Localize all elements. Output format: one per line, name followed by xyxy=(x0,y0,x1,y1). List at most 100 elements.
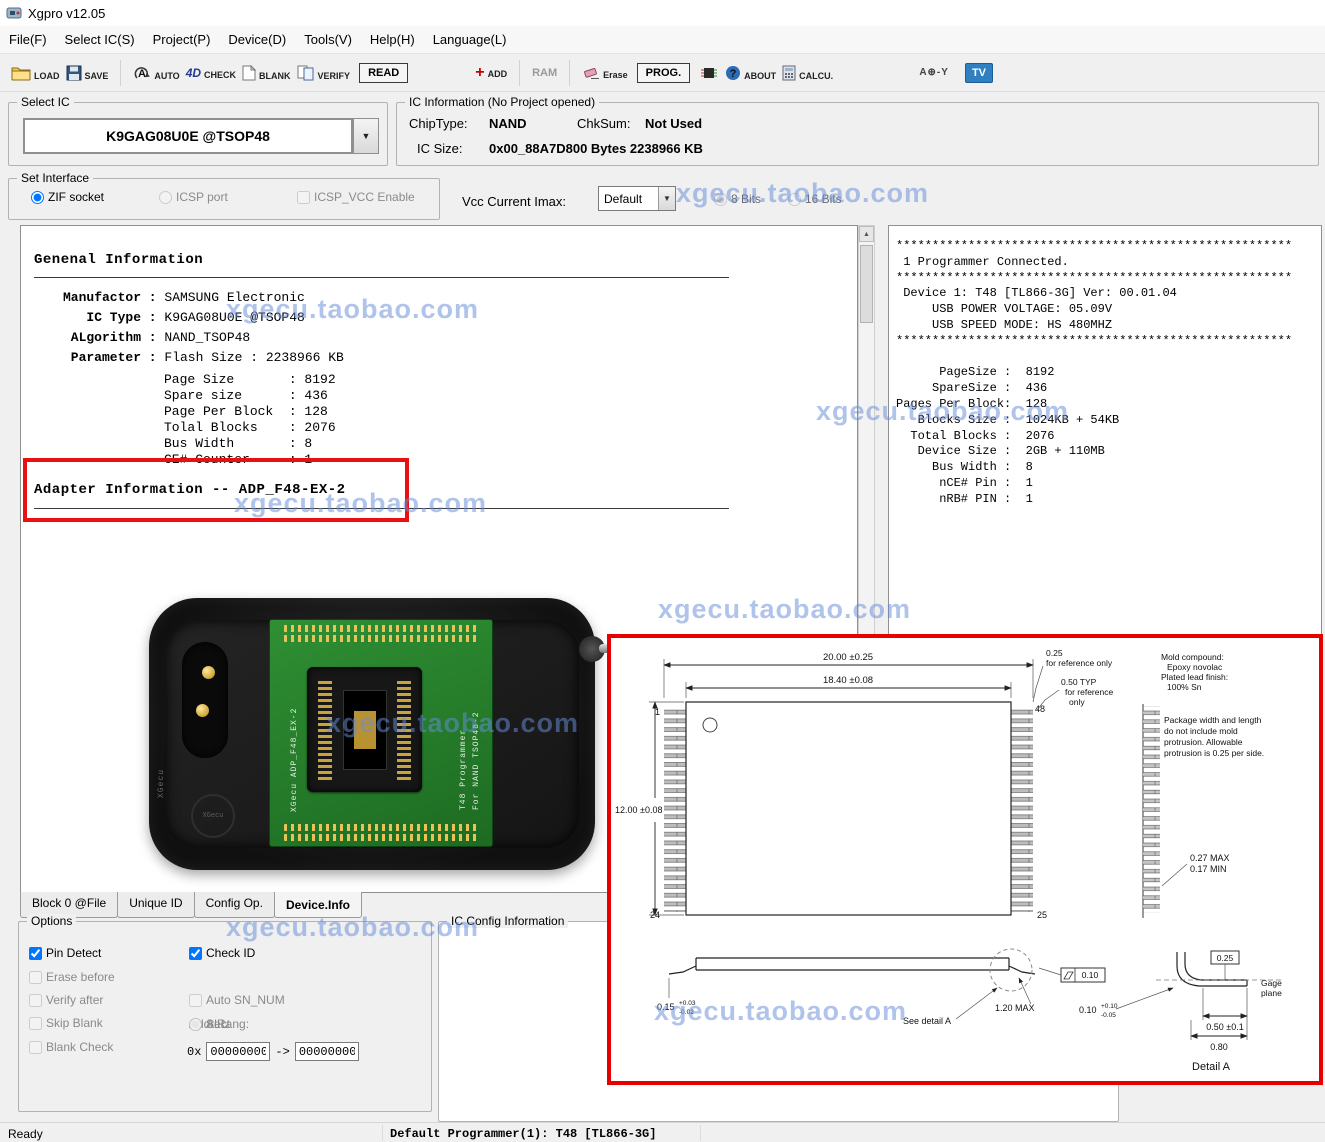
set-interface-group: Set Interface ZIF socket ICSP port ICSP_… xyxy=(8,178,440,220)
blank-page-icon xyxy=(242,65,256,81)
bits-16-radio-input[interactable] xyxy=(788,193,801,206)
plus-icon: + xyxy=(475,67,484,79)
scroll-up-button[interactable]: ▲ xyxy=(859,226,874,242)
pcb-label-right-1: T48 Programmer xyxy=(459,660,468,810)
vcc-current-value: Default xyxy=(599,192,658,206)
dim-total-width: 20.00 ±0.25 xyxy=(823,652,873,663)
menu-device[interactable]: Device(D) xyxy=(219,27,295,52)
zif-slot xyxy=(343,690,387,770)
tsop48-package-drawing: 20.00 ±0.25 18.40 ±0.08 12.00 ±0.08 1 24… xyxy=(611,638,1319,1081)
ic-test-button[interactable] xyxy=(699,65,719,81)
addr-input-row: 0x -> xyxy=(187,1042,359,1061)
toolbar: LOAD SAVE A AUTO 4D CHECK BLANK VERIFY R… xyxy=(0,54,1325,92)
auto-sn-checkbox[interactable]: Auto SN_NUM xyxy=(189,993,285,1007)
blank-label: BLANK xyxy=(259,71,291,81)
status-ready: Ready xyxy=(8,1127,43,1141)
erase-before-input[interactable] xyxy=(29,971,42,984)
menu-help[interactable]: Help(H) xyxy=(361,27,424,52)
skip-blank-checkbox[interactable]: Skip Blank xyxy=(29,1016,103,1030)
ic-select-dropdown-button[interactable]: ▼ xyxy=(353,118,379,154)
chiptype-label: ChipType: xyxy=(409,116,468,131)
mold-note-3: Plated lead finish: xyxy=(1161,672,1228,682)
lead-detail-pins xyxy=(1143,706,1160,913)
manufactor-label: Manufactor xyxy=(34,290,141,305)
auto-sn-input[interactable] xyxy=(189,994,202,1007)
menu-project[interactable]: Project(P) xyxy=(144,27,220,52)
bend-plus: +0.10 xyxy=(1101,1003,1118,1010)
folder-icon xyxy=(11,65,31,81)
icsp-vcc-checkbox-input[interactable] xyxy=(297,191,310,204)
skip-blank-input[interactable] xyxy=(29,1017,42,1030)
see-detail-label: See detail A xyxy=(903,1016,951,1026)
add-button[interactable]: + ADD xyxy=(475,67,507,79)
icsp-port-radio-input[interactable] xyxy=(159,191,172,204)
menu-select-ic[interactable]: Select IC(S) xyxy=(56,27,144,52)
verify-after-input[interactable] xyxy=(29,994,42,1007)
erase-before-checkbox[interactable]: Erase before xyxy=(29,970,115,984)
foot-length: 0.50 ±0.1 xyxy=(1206,1022,1243,1032)
tab-unique-id[interactable]: Unique ID xyxy=(117,892,194,918)
chevron-down-icon: ▼ xyxy=(362,131,371,141)
pitch-value: 0.80 xyxy=(1210,1042,1228,1052)
calcu-label: CALCU. xyxy=(799,71,833,81)
scrollbar-thumb[interactable] xyxy=(860,245,873,323)
menu-language[interactable]: Language(L) xyxy=(424,27,516,52)
verify-after-checkbox[interactable]: Verify after xyxy=(29,993,103,1007)
algorithm-row: ALgorithm : NAND_TSOP48 xyxy=(34,330,344,350)
save-button[interactable]: SAVE xyxy=(66,65,109,81)
blank-button[interactable]: BLANK xyxy=(242,65,291,81)
zif-socket-radio-input[interactable] xyxy=(31,191,44,204)
app-icon xyxy=(6,5,22,21)
calcu-button[interactable]: CALCU. xyxy=(782,65,833,81)
bits-8-radio[interactable]: 8 Bits xyxy=(714,192,761,206)
about-button[interactable]: ? ABOUT xyxy=(725,65,776,81)
pkg-note-1: Package width and length xyxy=(1164,715,1262,725)
addr-to-input[interactable] xyxy=(295,1042,359,1061)
check-id-input[interactable] xyxy=(189,947,202,960)
pin-header-row xyxy=(284,834,478,841)
blank-check-input[interactable] xyxy=(29,1041,42,1054)
tab-config-op[interactable]: Config Op. xyxy=(194,892,275,918)
check-id-checkbox[interactable]: Check ID xyxy=(189,946,255,960)
pcb-label-left: XGecu ADP_F48_EX-2 xyxy=(290,656,299,812)
zif-socket-label: ZIF socket xyxy=(48,190,104,204)
check-button[interactable]: 4D CHECK xyxy=(186,66,236,80)
pin-detect-input[interactable] xyxy=(29,947,42,960)
erase-button[interactable]: Erase xyxy=(582,66,628,80)
status-programmer: Default Programmer(1): T48 [TL866-3G] xyxy=(390,1127,656,1141)
pcb-label-right-2: For NAND TSOP48-2 xyxy=(472,660,481,810)
programmer-body: XGecu XGecu XGecu ADP_F48_EX-2 T48 Progr… xyxy=(149,598,595,870)
pin-map-icon[interactable]: A⊕-Y xyxy=(919,67,949,78)
pin-detect-checkbox[interactable]: Pin Detect xyxy=(29,946,101,960)
read-button[interactable]: READ xyxy=(359,63,408,83)
verify-pages-icon xyxy=(297,65,315,81)
bits-16-label: 16 Bits xyxy=(805,192,842,206)
ic-select-combo[interactable]: K9GAG08U0E @TSOP48 xyxy=(23,118,353,154)
arrow-label: -> xyxy=(275,1045,289,1059)
about-label: ABOUT xyxy=(744,71,776,81)
skip-blank-label: Skip Blank xyxy=(46,1016,103,1030)
addr-from-input[interactable] xyxy=(206,1042,270,1061)
addr-sect-radio[interactable]: Sect xyxy=(189,1017,230,1031)
zif-socket-radio[interactable]: ZIF socket xyxy=(31,190,104,204)
menu-file[interactable]: File(F) xyxy=(0,27,56,52)
prog-button[interactable]: PROG. xyxy=(637,63,690,83)
tab-device-info[interactable]: Device.Info xyxy=(274,892,362,918)
menu-tools[interactable]: Tools(V) xyxy=(295,27,361,52)
ram-button[interactable]: RAM xyxy=(532,67,557,79)
auto-button[interactable]: A AUTO xyxy=(133,65,179,81)
bits-8-radio-input[interactable] xyxy=(714,193,727,206)
icsp-vcc-checkbox[interactable]: ICSP_VCC Enable xyxy=(297,190,415,204)
load-button[interactable]: LOAD xyxy=(11,65,60,81)
icsp-port-radio[interactable]: ICSP port xyxy=(159,190,228,204)
ref-050: 0.50 TYP xyxy=(1061,677,1097,687)
verify-button[interactable]: VERIFY xyxy=(297,65,351,81)
blank-check-checkbox[interactable]: Blank Check xyxy=(29,1040,113,1054)
pin24-number: 24 xyxy=(650,910,660,920)
bits-16-radio[interactable]: 16 Bits xyxy=(788,192,842,206)
addr-sect-input[interactable] xyxy=(189,1018,202,1031)
tv-button[interactable]: TV xyxy=(965,63,993,83)
vcc-current-select[interactable]: Default ▼ xyxy=(598,186,676,211)
select-ic-group-label: Select IC xyxy=(17,95,74,109)
gage-plane-label-2: plane xyxy=(1261,988,1282,998)
